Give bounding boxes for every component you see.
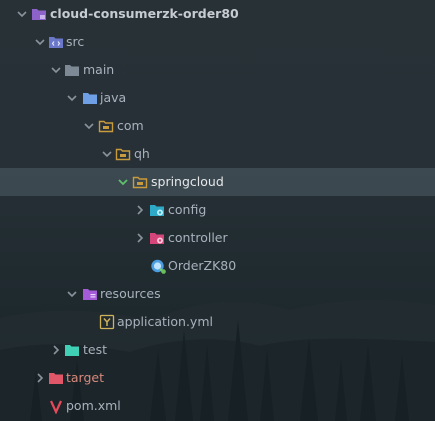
chevron-down-icon[interactable] [101, 148, 113, 160]
tree-item-controller[interactable]: controller [0, 224, 435, 252]
test-folder-icon [64, 342, 80, 358]
chevron-down-icon[interactable] [16, 8, 28, 20]
tree-item-main[interactable]: main [0, 56, 435, 84]
tree-item-target[interactable]: target [0, 364, 435, 392]
package-icon [132, 174, 148, 190]
chevron-down-icon[interactable] [83, 120, 95, 132]
chevron-right-icon[interactable] [134, 204, 146, 216]
chevron-down-icon[interactable] [117, 176, 129, 188]
spring-boot-class-icon [150, 258, 166, 274]
tree-item-resources[interactable]: resources [0, 280, 435, 308]
chevron-down-icon[interactable] [50, 64, 62, 76]
tree-item-test[interactable]: test [0, 336, 435, 364]
tree-item-orderzk80[interactable]: OrderZK80 [0, 252, 435, 280]
chevron-right-icon[interactable] [34, 372, 46, 384]
tree-label-java: java [100, 90, 127, 105]
tree-label-target: target [66, 370, 105, 385]
tree-label-com: com [117, 118, 144, 133]
config-package-icon [149, 202, 165, 218]
project-tree: cloud-consumerzk-order80 src main java c… [0, 0, 435, 421]
module-folder-icon [31, 6, 47, 22]
chevron-right-icon[interactable] [134, 232, 146, 244]
tree-label-pom-xml: pom.xml [66, 398, 121, 413]
package-icon [98, 118, 114, 134]
tree-label-config: config [168, 202, 207, 217]
resources-folder-icon [82, 286, 98, 302]
chevron-right-icon[interactable] [50, 344, 62, 356]
java-source-folder-icon [82, 90, 98, 106]
package-icon [115, 146, 131, 162]
tree-label-qh: qh [134, 146, 150, 161]
tree-item-application-yml[interactable]: application.yml [0, 308, 435, 336]
tree-item-config[interactable]: config [0, 196, 435, 224]
tree-item-qh[interactable]: qh [0, 140, 435, 168]
chevron-down-icon[interactable] [66, 288, 78, 300]
tree-label-main: main [83, 62, 115, 77]
tree-item-com[interactable]: com [0, 112, 435, 140]
tree-label-src: src [66, 34, 85, 49]
source-folder-icon [48, 34, 64, 50]
tree-label-orderzk80: OrderZK80 [168, 258, 237, 273]
tree-label-resources: resources [100, 286, 161, 301]
controller-package-icon [149, 230, 165, 246]
tree-label-springcloud: springcloud [151, 174, 224, 189]
tree-label-test: test [83, 342, 108, 357]
tree-label-controller: controller [168, 230, 228, 245]
folder-icon [64, 62, 80, 78]
tree-item-src[interactable]: src [0, 28, 435, 56]
maven-file-icon [48, 398, 64, 415]
yaml-file-icon [99, 314, 115, 330]
chevron-down-icon[interactable] [34, 36, 46, 48]
tree-label-application-yml: application.yml [117, 314, 213, 329]
tree-item-springcloud[interactable]: springcloud [0, 168, 435, 196]
tree-item-root[interactable]: cloud-consumerzk-order80 [0, 0, 435, 28]
target-folder-icon [48, 370, 64, 386]
tree-item-java[interactable]: java [0, 84, 435, 112]
tree-label-root: cloud-consumerzk-order80 [50, 6, 239, 21]
tree-item-pom-xml[interactable]: pom.xml [0, 392, 435, 420]
chevron-down-icon[interactable] [66, 92, 78, 104]
